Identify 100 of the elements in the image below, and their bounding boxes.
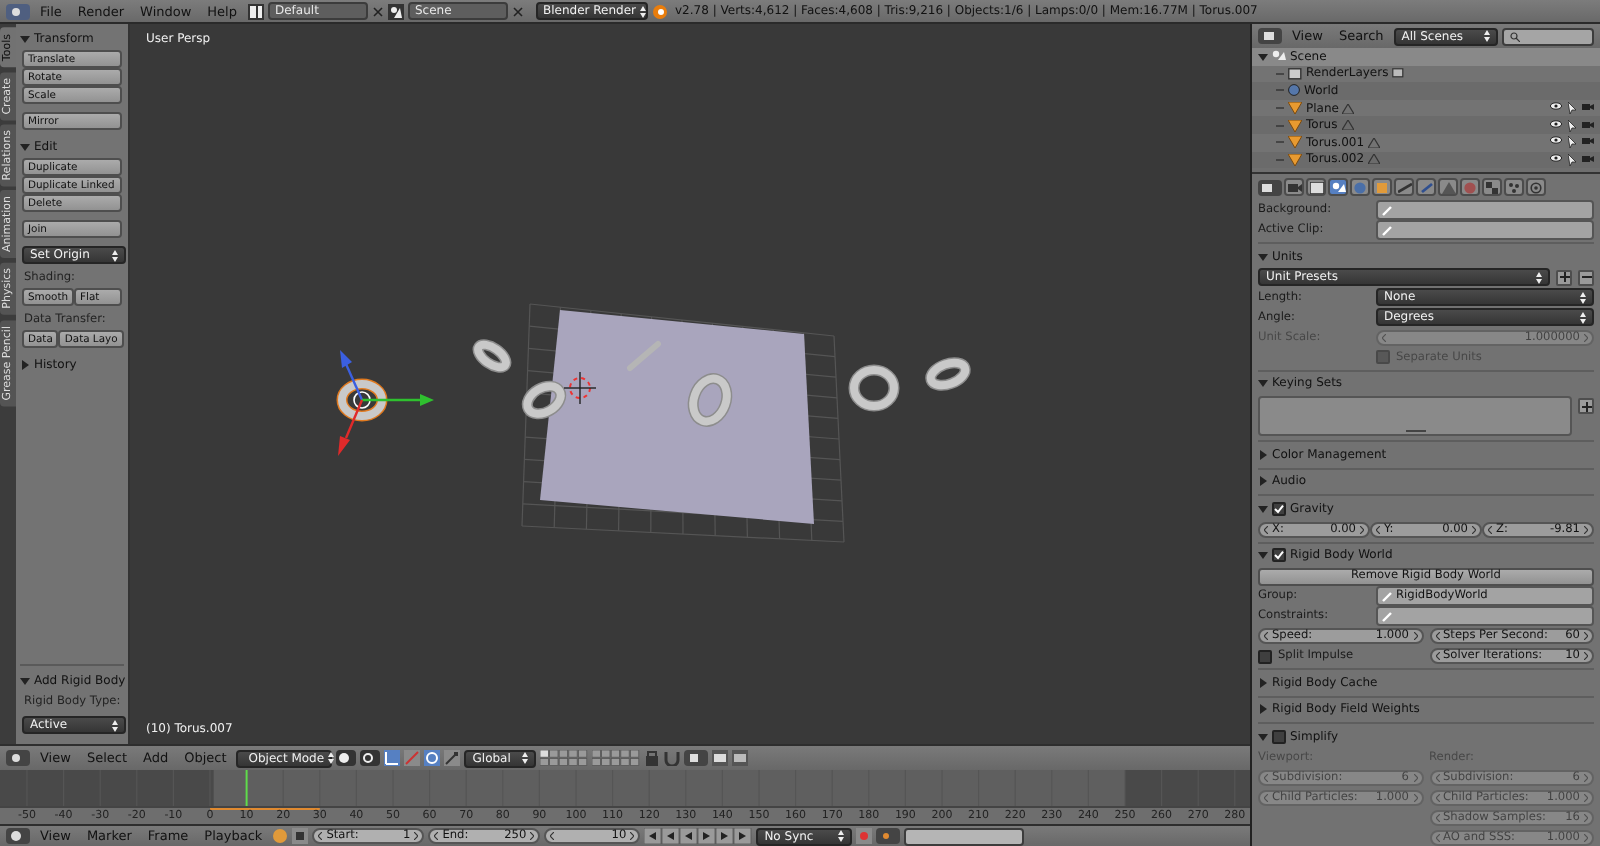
properties-tab[interactable] <box>1328 178 1348 196</box>
shading-icon[interactable] <box>336 750 357 766</box>
properties-tab[interactable] <box>1306 178 1326 196</box>
globe-icon <box>1288 84 1300 97</box>
search-field[interactable] <box>1501 27 1594 45</box>
updown-arrows-icon <box>112 249 118 261</box>
checkbox[interactable] <box>1258 649 1272 663</box>
updown-arrows-icon <box>640 5 647 17</box>
disclosure-icon[interactable] <box>20 359 30 369</box>
checkbox[interactable] <box>1272 548 1286 563</box>
properties-tab[interactable] <box>1526 178 1546 196</box>
scene-icon[interactable] <box>387 3 403 19</box>
rotate-icon[interactable] <box>424 750 441 766</box>
close-icon[interactable] <box>371 5 383 17</box>
playback-controls-icon[interactable] <box>644 828 753 844</box>
globe-icon <box>1354 181 1366 193</box>
properties-tab[interactable] <box>1482 178 1502 196</box>
add-button[interactable] <box>1556 269 1572 285</box>
updown-arrows-icon <box>838 830 845 842</box>
updown-arrows-icon <box>328 752 335 764</box>
torus <box>925 357 971 391</box>
updown-arrows-icon <box>1580 311 1586 323</box>
search-icon <box>1509 31 1520 41</box>
checkbox[interactable] <box>1272 501 1286 516</box>
preview-range-icon[interactable] <box>292 828 309 844</box>
torus <box>521 380 567 420</box>
properties-tab[interactable] <box>1284 178 1304 196</box>
close-icon[interactable] <box>511 5 523 17</box>
scale-icon[interactable] <box>444 750 461 766</box>
disclosure-icon[interactable] <box>20 675 30 685</box>
camera-icon[interactable] <box>1582 102 1594 113</box>
logo-icon <box>651 3 667 19</box>
image-icon <box>1392 68 1405 79</box>
current-frame-line <box>245 770 248 806</box>
image-icon <box>1288 67 1302 80</box>
snap-icon[interactable] <box>684 750 709 766</box>
orbit-icon <box>1530 181 1542 193</box>
torus <box>336 378 388 422</box>
remove-button[interactable] <box>1578 269 1594 285</box>
editor-type-icon[interactable] <box>1258 179 1282 195</box>
eye-icon[interactable] <box>1550 136 1562 145</box>
properties-tab[interactable] <box>1504 178 1524 196</box>
magnet-icon[interactable] <box>664 750 681 766</box>
disclosure-icon[interactable] <box>20 33 30 43</box>
disclosure-icon[interactable] <box>1258 51 1268 62</box>
layers-icon[interactable] <box>592 750 641 766</box>
editor-type-icon[interactable] <box>6 3 30 19</box>
clock-icon[interactable] <box>6 828 30 844</box>
keying-icon[interactable] <box>876 828 901 844</box>
decrement-icon <box>550 832 555 840</box>
disclosure-icon[interactable] <box>1258 550 1268 561</box>
torus <box>687 373 733 427</box>
timeline-track[interactable] <box>0 770 1250 806</box>
disclosure-icon[interactable] <box>1258 704 1268 715</box>
disclosure-icon[interactable] <box>1258 251 1268 262</box>
camera-icon[interactable] <box>1582 136 1594 147</box>
wrench-icon <box>1419 181 1433 193</box>
eye-icon[interactable] <box>1550 153 1562 162</box>
disclosure-icon[interactable] <box>1258 731 1268 742</box>
grip-icon <box>1405 428 1425 434</box>
datablock-field[interactable] <box>1376 606 1594 626</box>
increment-icon <box>630 832 635 840</box>
add-button[interactable] <box>1578 398 1594 414</box>
sphere-icon <box>1464 181 1476 193</box>
eye-icon[interactable] <box>1550 119 1562 128</box>
editor-type-icon[interactable] <box>6 750 30 766</box>
checkbox[interactable] <box>1272 729 1286 744</box>
datablock-field[interactable] <box>1376 200 1594 220</box>
properties-tab[interactable] <box>1394 178 1414 196</box>
increment-icon <box>414 832 419 840</box>
keying-set-field[interactable] <box>904 827 1025 845</box>
pivot-icon[interactable] <box>360 750 381 766</box>
properties-tab[interactable] <box>1372 178 1392 196</box>
scene-icon <box>1272 50 1286 63</box>
disclosure-icon[interactable] <box>1258 677 1268 688</box>
disclosure-icon[interactable] <box>1258 503 1268 514</box>
disclosure-icon[interactable] <box>1258 476 1268 487</box>
layout-icon[interactable] <box>247 3 263 19</box>
decrement-icon <box>318 832 323 840</box>
disclosure-icon[interactable] <box>1258 449 1268 460</box>
disclosure-icon[interactable] <box>20 141 30 151</box>
updown-arrows-icon <box>1580 291 1586 303</box>
camera-icon[interactable] <box>1582 153 1594 164</box>
camera-icon[interactable] <box>1582 119 1594 130</box>
chain-icon <box>1397 181 1411 193</box>
particles-icon <box>1508 181 1520 193</box>
plus-icon <box>1581 401 1591 411</box>
disclosure-icon[interactable] <box>1258 378 1268 389</box>
plus-icon <box>1559 272 1569 282</box>
scene-icon <box>1331 181 1345 193</box>
eye-icon[interactable] <box>1550 102 1562 111</box>
manipulator-icon[interactable] <box>384 750 401 766</box>
datablock-field[interactable] <box>1376 220 1594 240</box>
transform-gizmo <box>338 350 434 456</box>
layers-icon[interactable] <box>540 750 589 766</box>
updown-arrows-icon <box>1483 30 1490 42</box>
cube-icon <box>1376 181 1388 193</box>
lock-icon[interactable] <box>644 750 661 766</box>
editor-type-icon[interactable] <box>1258 28 1282 44</box>
checker-icon <box>1486 181 1498 193</box>
